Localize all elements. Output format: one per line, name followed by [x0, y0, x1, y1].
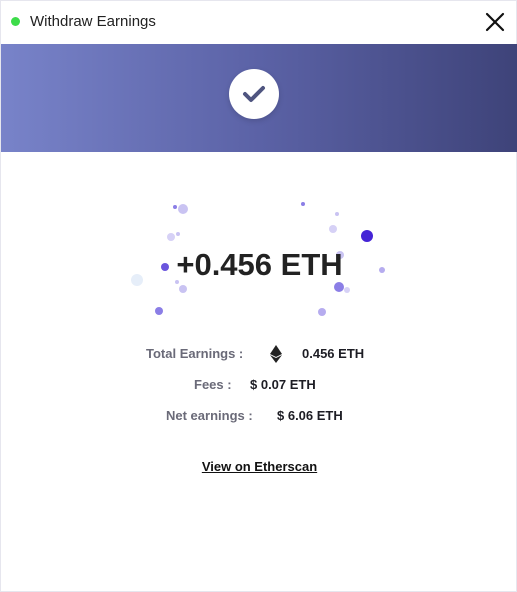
ethereum-icon: [270, 345, 282, 363]
fees-value: $ 0.07 ETH: [250, 377, 316, 392]
net-earnings-value: $ 6.06 ETH: [277, 408, 343, 423]
dialog-header: Withdraw Earnings: [1, 1, 517, 44]
earnings-amount: +0.456 ETH: [176, 247, 343, 282]
status-dot-icon: [11, 17, 20, 26]
withdraw-earnings-dialog: Withdraw Earnings +0.456 ETH Total Earni…: [0, 0, 517, 592]
check-icon: [243, 86, 265, 102]
view-on-etherscan-link[interactable]: View on Etherscan: [1, 459, 517, 474]
net-earnings-label: Net earnings :: [166, 408, 253, 423]
fees-label: Fees :: [194, 377, 232, 392]
dialog-title: Withdraw Earnings: [30, 13, 156, 30]
close-icon: [485, 12, 505, 32]
total-earnings-label: Total Earnings :: [146, 346, 244, 361]
close-button[interactable]: [484, 11, 506, 33]
success-badge: [229, 69, 279, 119]
success-banner: [1, 44, 517, 152]
total-earnings-value: 0.456 ETH: [302, 346, 365, 361]
